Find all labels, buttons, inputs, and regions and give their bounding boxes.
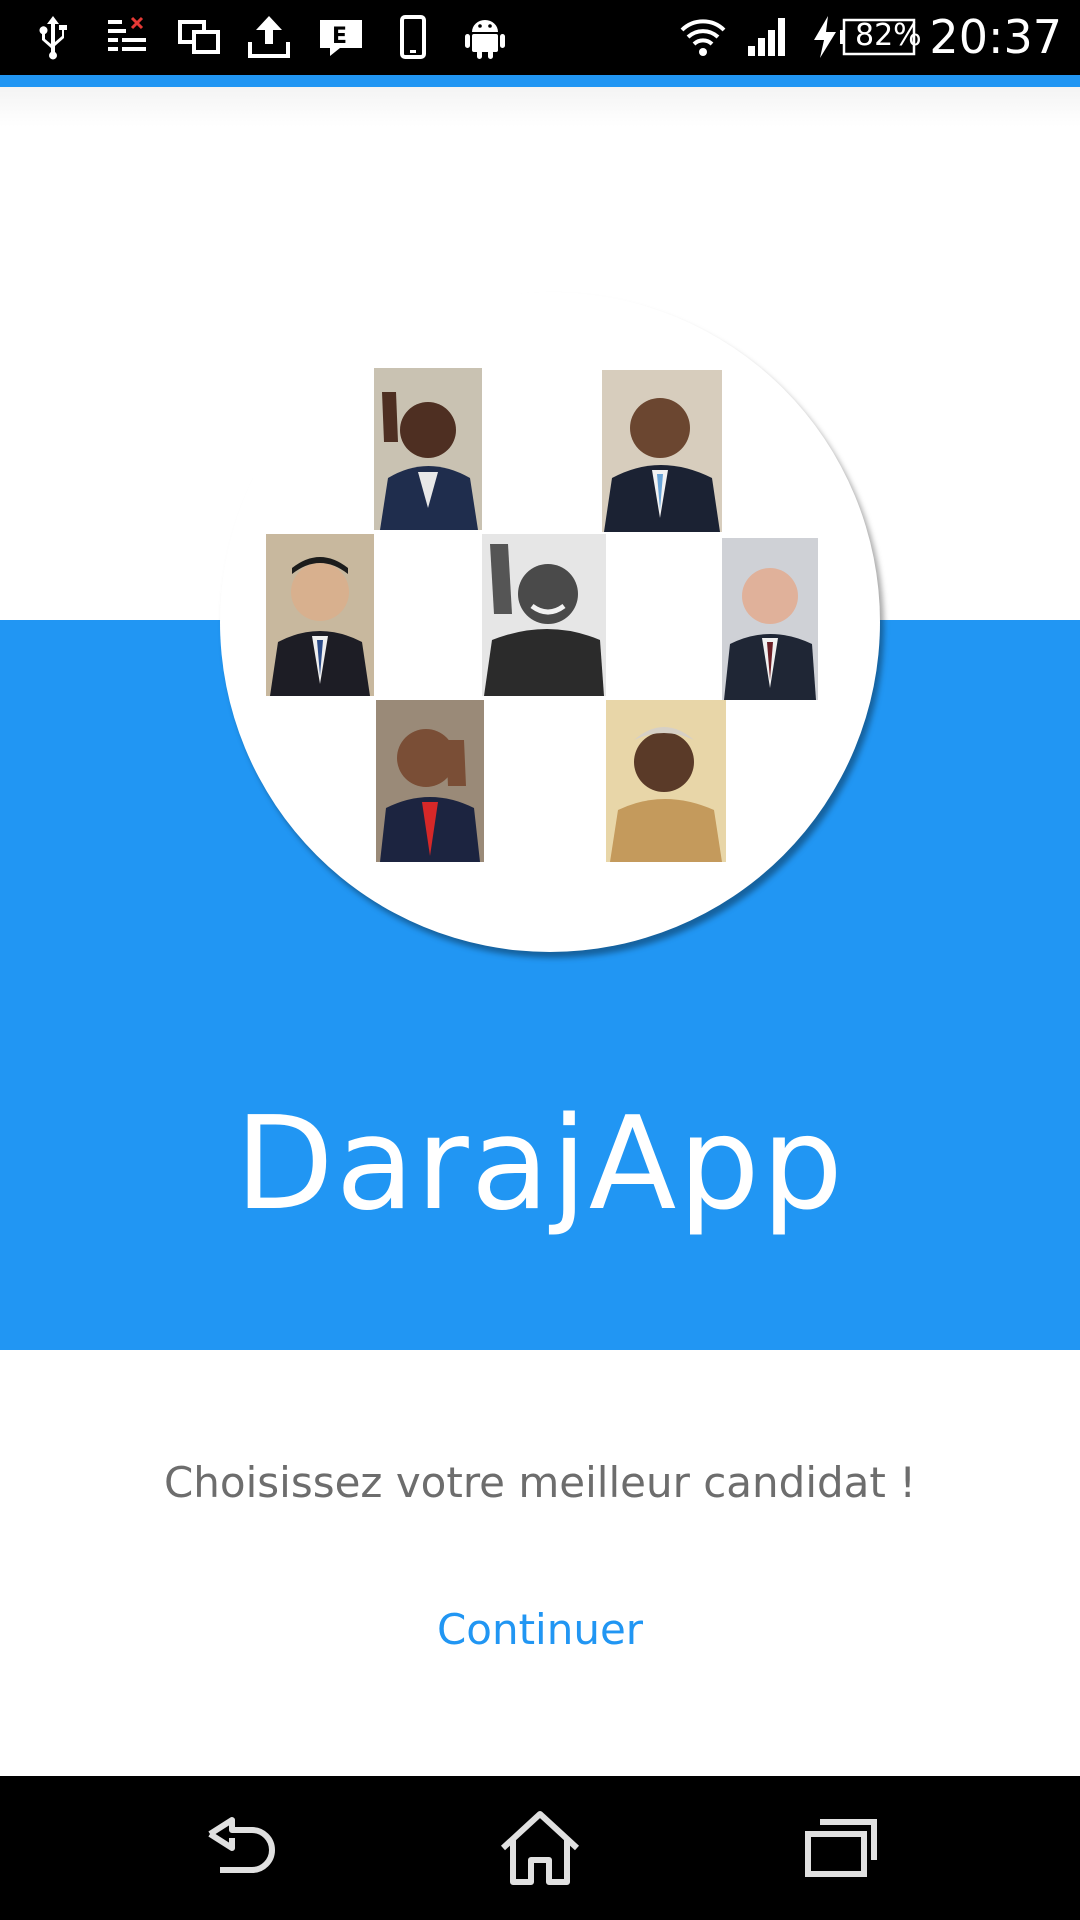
continue-button[interactable]: Continuer (390, 1585, 690, 1675)
screen-mirror-icon (174, 12, 224, 62)
portrait-7 (606, 700, 726, 862)
usb-icon (28, 12, 78, 62)
upload-icon (244, 12, 294, 62)
portrait-6 (376, 700, 484, 862)
svg-text:E: E (332, 24, 347, 49)
wifi-icon (678, 12, 728, 62)
splash-screen: E 82% 20:37 DarajApp Choisissez votre me… (0, 0, 1080, 1920)
sync-error-icon (102, 12, 152, 62)
portrait-3 (266, 534, 374, 696)
portrait-2 (602, 370, 722, 532)
signal-icon (744, 12, 794, 62)
status-bar: E 82% 20:37 (0, 0, 1080, 75)
recent-apps-icon[interactable] (796, 1808, 886, 1888)
toolbar-accent-line (0, 75, 1080, 87)
phone-icon (388, 12, 438, 62)
home-icon[interactable] (495, 1808, 585, 1888)
back-icon[interactable] (196, 1808, 286, 1888)
navigation-bar (0, 1776, 1080, 1920)
android-icon (460, 12, 510, 62)
portrait-1 (374, 368, 482, 530)
battery-level: 82% (855, 18, 922, 53)
app-logo (220, 292, 880, 952)
subtitle: Choisissez votre meilleur candidat ! (163, 1458, 917, 1507)
portrait-4 (482, 534, 606, 696)
portrait-5 (722, 538, 818, 700)
toolbar-shadow (0, 87, 1080, 127)
clock: 20:37 (929, 10, 1062, 64)
message-icon: E (316, 12, 366, 62)
app-title: DarajApp (235, 1090, 845, 1239)
